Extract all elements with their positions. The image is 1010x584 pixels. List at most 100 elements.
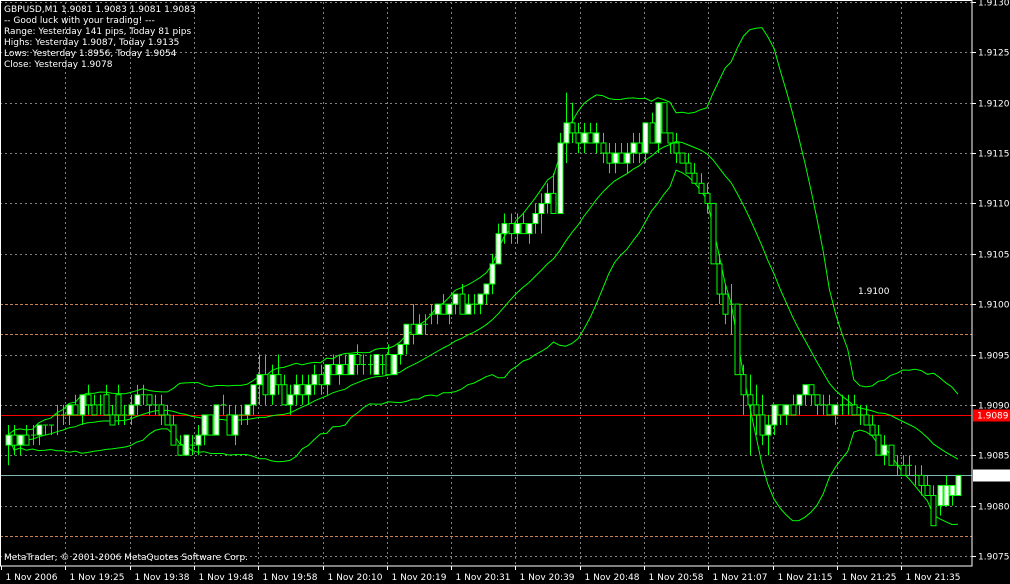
y-tick-label: 1.9120 — [978, 100, 1010, 110]
candle-body — [226, 414, 233, 436]
x-tick-label: 1 Nov 2006 — [6, 573, 58, 583]
candle-body — [109, 414, 116, 426]
candle-body — [814, 394, 821, 406]
candle-body — [661, 102, 668, 134]
candle-body — [655, 102, 662, 144]
candle-body — [808, 384, 815, 396]
candle-body — [397, 343, 404, 355]
x-tick-label: 1 Nov 20:31 — [456, 573, 511, 583]
candle-body — [342, 364, 349, 376]
candle-body — [937, 484, 944, 507]
candle-body — [452, 293, 459, 305]
candle-body — [324, 364, 331, 386]
candle-body — [759, 414, 766, 436]
candle-body — [832, 404, 839, 416]
candle-body — [269, 374, 276, 396]
y-tick-label: 1.9110 — [978, 200, 1010, 210]
candle-body — [201, 414, 208, 436]
candle-body — [72, 404, 79, 416]
candle-body — [581, 132, 588, 144]
candle-body — [311, 374, 318, 386]
candle-body — [465, 303, 472, 315]
x-tick-label: 1 Nov 19:25 — [70, 573, 125, 583]
candle-body — [924, 484, 931, 496]
candle-body — [103, 394, 110, 416]
candle-body — [275, 374, 282, 386]
candle-body — [685, 162, 692, 174]
candle-body — [630, 142, 637, 154]
candle-body — [36, 424, 43, 436]
candle-body — [740, 374, 747, 396]
candle-body — [943, 484, 950, 507]
candle-body — [446, 303, 453, 315]
candle-body — [385, 354, 392, 376]
candle-body — [667, 132, 674, 144]
candle-body — [410, 323, 417, 335]
red-level-tag-label: 1.9089 — [977, 412, 1009, 422]
candle-body — [563, 122, 570, 144]
candle-body — [747, 394, 754, 406]
y-tick-label: 1.9100 — [978, 301, 1010, 311]
candle-body — [508, 223, 515, 235]
candle-body — [348, 354, 355, 376]
candle-body — [612, 152, 619, 164]
candle-body — [85, 394, 92, 406]
comment-line-2: Range: Yesterday 141 pips, Today 81 pips — [4, 27, 191, 37]
y-tick-label: 1.9115 — [978, 150, 1010, 160]
candle-body — [544, 192, 551, 204]
x-tick-label: 1 Nov 20:58 — [649, 573, 704, 583]
candle-body — [483, 283, 490, 295]
candle-body — [495, 233, 502, 265]
bid-tag-label: 1.9083 — [977, 472, 1009, 482]
y-tick-label: 1.9095 — [978, 352, 1010, 362]
candle-body — [305, 384, 312, 396]
candle-body — [514, 223, 521, 235]
candle-body — [600, 142, 607, 154]
candle-body — [115, 394, 122, 416]
candle-body — [213, 404, 220, 436]
candle-body — [146, 394, 153, 406]
candle-body — [753, 404, 760, 416]
candle-body — [23, 434, 30, 446]
candle-body — [489, 263, 496, 285]
candle-body — [691, 172, 698, 184]
candle-body — [734, 303, 741, 376]
x-tick-label: 1 Nov 21:15 — [778, 573, 833, 583]
y-tick-label: 1.9125 — [978, 49, 1010, 59]
candle-body — [826, 404, 833, 416]
x-tick-label: 1 Nov 21:07 — [713, 573, 768, 583]
candle-body — [869, 424, 876, 436]
candle-body — [636, 142, 643, 154]
price-chart[interactable]: 1.9130 1.9125 1.9120 1.9115 1.9110 1.9105 1.91… — [0, 0, 1010, 584]
candle-body — [501, 223, 508, 235]
candle-body — [330, 364, 337, 376]
candle-body — [900, 464, 907, 476]
candle-body — [250, 384, 257, 406]
candle-body — [698, 182, 705, 194]
candle-body — [128, 404, 135, 416]
candle-body — [262, 374, 269, 396]
y-tick-label: 1.9085 — [978, 452, 1010, 462]
candle-body — [575, 132, 582, 144]
candle-body — [134, 394, 141, 406]
candle-body — [520, 223, 527, 235]
level-label: 1.9100 — [858, 287, 890, 297]
candle-body — [318, 374, 325, 386]
x-tick-label: 1 Nov 20:39 — [520, 573, 575, 583]
candle-body — [11, 434, 18, 446]
candle-body — [183, 434, 190, 456]
candle-body — [606, 152, 613, 164]
y-tick-label: 1.9105 — [978, 251, 1010, 261]
candle-body — [207, 414, 214, 436]
y-tick-label: 1.9130 — [978, 0, 1010, 9]
candle-body — [875, 434, 882, 456]
candle-body — [679, 152, 686, 164]
candle-body — [624, 152, 631, 164]
candle-body — [336, 364, 343, 376]
candle-body — [949, 484, 956, 496]
candle-body — [281, 384, 288, 406]
x-tick-label: 1 Nov 19:48 — [199, 573, 254, 583]
y-tick-label: 1.9075 — [978, 553, 1010, 563]
y-tick-label: 1.9080 — [978, 503, 1010, 513]
candle-body — [802, 384, 809, 396]
